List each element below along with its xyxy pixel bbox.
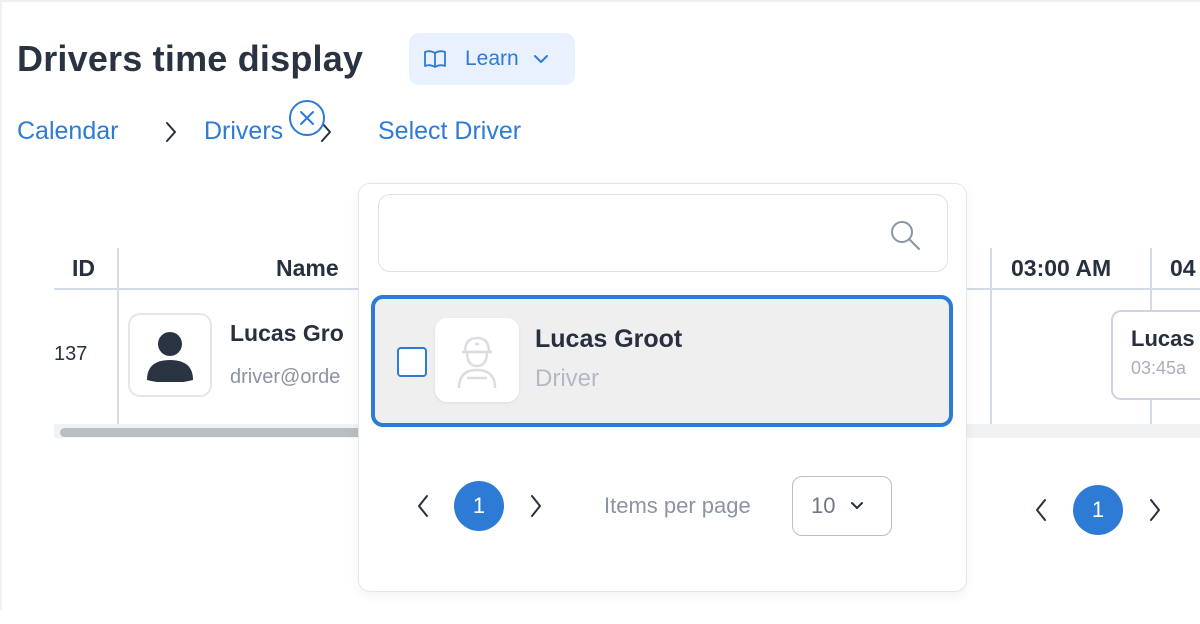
picker-page-button[interactable]: 1 <box>454 481 504 531</box>
chevron-down-icon <box>533 55 548 63</box>
schedule-event-card[interactable]: Lucas 03:45a <box>1111 310 1200 400</box>
scrollbar-thumb[interactable] <box>60 428 390 437</box>
driver-option-role: Driver <box>535 365 599 392</box>
book-icon <box>424 50 446 68</box>
column-divider <box>117 290 119 424</box>
chevron-left-icon[interactable] <box>416 494 430 518</box>
row-id: 137 <box>54 343 88 365</box>
items-per-page-label: Items per page <box>604 493 751 518</box>
driver-option-name: Lucas Groot <box>535 325 683 353</box>
column-divider <box>990 290 992 424</box>
learn-button[interactable]: Learn <box>409 33 575 85</box>
column-header-time-0300: 03:00 AM <box>1011 254 1112 281</box>
driver-search <box>378 194 948 272</box>
driver-search-input[interactable] <box>393 213 873 253</box>
driver-option-checkbox[interactable] <box>397 347 427 377</box>
table-page-button[interactable]: 1 <box>1073 485 1123 535</box>
breadcrumb-calendar[interactable]: Calendar <box>17 117 118 146</box>
column-divider <box>990 248 992 290</box>
user-icon <box>147 332 193 382</box>
row-driver-name: Lucas Gro <box>230 320 344 346</box>
page-title: Drivers time display <box>17 38 364 79</box>
close-icon[interactable] <box>288 99 326 137</box>
chevron-down-icon <box>851 502 864 509</box>
chevron-right-icon[interactable] <box>529 494 543 518</box>
chevron-right-icon <box>166 122 176 142</box>
breadcrumb-drivers[interactable]: Drivers <box>204 117 283 146</box>
driver-option[interactable]: Lucas Groot Driver <box>371 295 953 427</box>
page-left-border <box>0 0 2 610</box>
row-driver-email: driver@orde <box>230 366 341 388</box>
search-icon[interactable] <box>889 219 921 251</box>
column-divider <box>117 248 119 290</box>
chevron-left-icon[interactable] <box>1034 498 1048 522</box>
event-time: 03:45a <box>1131 358 1187 378</box>
driver-picker-dropdown: Lucas Groot Driver 1 Items per page 10 <box>358 183 967 592</box>
learn-label: Learn <box>465 47 519 70</box>
page-top-border <box>0 0 1200 2</box>
event-driver-name: Lucas <box>1131 326 1195 351</box>
avatar <box>435 318 519 402</box>
chevron-right-icon[interactable] <box>1148 498 1162 522</box>
items-per-page-value: 10 <box>811 493 836 518</box>
column-divider <box>1150 248 1152 290</box>
column-header-id: ID <box>72 254 95 281</box>
column-header-time-04: 04 <box>1170 254 1196 281</box>
avatar <box>128 313 212 397</box>
items-per-page-select[interactable]: 10 <box>792 476 892 536</box>
breadcrumb-select-driver[interactable]: Select Driver <box>378 117 521 146</box>
column-header-name: Name <box>276 254 339 281</box>
driver-icon <box>457 336 497 389</box>
